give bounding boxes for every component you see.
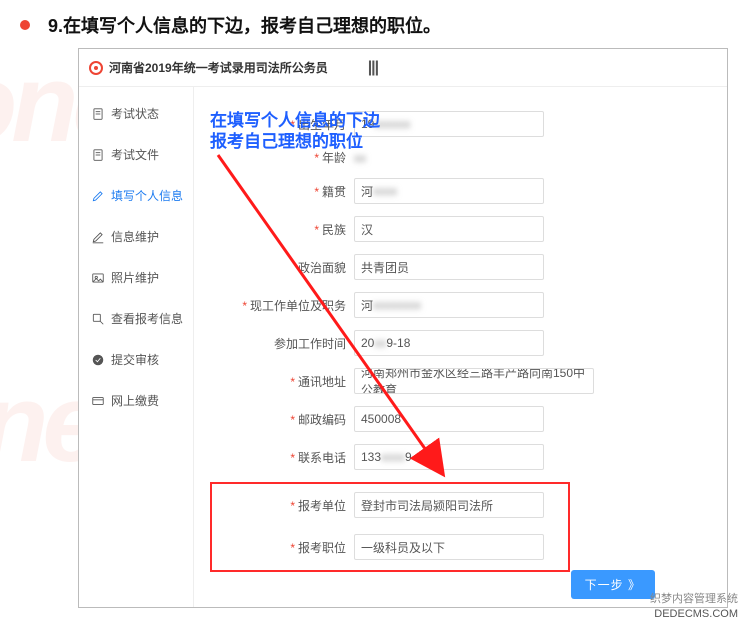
- row-origin: *籍贯 河xxxx: [204, 178, 717, 204]
- footer-link[interactable]: DEDECMS.COM: [654, 608, 738, 620]
- input-politics[interactable]: 共青团员: [354, 254, 544, 280]
- input-postcode[interactable]: 450008: [354, 406, 544, 432]
- sidebar-item-label: 网上缴费: [111, 392, 159, 409]
- input-work[interactable]: 河xxxxxxxx: [354, 292, 544, 318]
- input-address[interactable]: 河南郑州市金水区经三路丰产路向南150中公教育: [354, 368, 594, 394]
- row-jointime: 参加工作时间 20xx9-18: [204, 330, 717, 356]
- input-position[interactable]: 一级科员及以下: [354, 534, 544, 560]
- sidebar: 考试状态考试文件填写个人信息信息维护照片维护查看报考信息提交审核网上缴费: [79, 87, 194, 607]
- sidebar-item-0[interactable]: 考试状态: [79, 93, 193, 134]
- row-address: *通讯地址 河南郑州市金水区经三路丰产路向南150中公教育: [204, 368, 717, 394]
- label-politics: 政治面貌: [298, 261, 346, 275]
- row-postcode: *邮政编码 450008: [204, 406, 717, 432]
- label-address: 通讯地址: [298, 375, 346, 389]
- sidebar-item-label: 填写个人信息: [111, 187, 183, 204]
- footer: 织梦内容管理系统 DEDECMS.COM: [650, 592, 738, 621]
- sidebar-item-1[interactable]: 考试文件: [79, 134, 193, 175]
- edit2-icon: [91, 230, 105, 244]
- sidebar-item-5[interactable]: 查看报考信息: [79, 298, 193, 339]
- row-phone: *联系电话 133xxxx9: [204, 444, 717, 470]
- doc-icon: [91, 148, 105, 162]
- label-work: 现工作单位及职务: [250, 299, 346, 313]
- search-icon: [91, 312, 105, 326]
- input-jointime[interactable]: 20xx9-18: [354, 330, 544, 356]
- app-title: 河南省2019年统一考试录用司法所公务员: [109, 59, 328, 76]
- sidebar-item-3[interactable]: 信息维护: [79, 216, 193, 257]
- sidebar-item-label: 信息维护: [111, 228, 159, 245]
- header-separator: |||: [368, 59, 378, 77]
- sidebar-item-label: 照片维护: [111, 269, 159, 286]
- sidebar-item-label: 查看报考信息: [111, 310, 183, 327]
- logo-icon: [89, 61, 103, 75]
- label-jointime: 参加工作时间: [274, 337, 346, 351]
- row-nation: *民族 汉: [204, 216, 717, 242]
- row-work: *现工作单位及职务 河xxxxxxxx: [204, 292, 717, 318]
- highlight-box: *报考单位 登封市司法局颍阳司法所 *报考职位 一级科员及以下: [210, 482, 570, 572]
- sidebar-item-4[interactable]: 照片维护: [79, 257, 193, 298]
- sidebar-item-label: 考试状态: [111, 105, 159, 122]
- step-title: 9.在填写个人信息的下边，报考自己理想的职位。: [48, 12, 441, 38]
- step-header: 9.在填写个人信息的下边，报考自己理想的职位。: [20, 12, 740, 38]
- label-origin: 籍贯: [322, 185, 346, 199]
- label-nation: 民族: [322, 223, 346, 237]
- sidebar-item-6[interactable]: 提交审核: [79, 339, 193, 380]
- callout-text: 在填写个人信息的下边 报考自己理想的职位: [210, 110, 380, 153]
- row-position: *报考职位 一级科员及以下: [212, 534, 568, 560]
- row-politics: 政治面貌 共青团员: [204, 254, 717, 280]
- label-postcode: 邮政编码: [298, 413, 346, 427]
- photo-icon: [91, 271, 105, 285]
- edit-icon: [91, 189, 105, 203]
- label-phone: 联系电话: [298, 451, 346, 465]
- app-frame: 河南省2019年统一考试录用司法所公务员 ||| 考试状态考试文件填写个人信息信…: [78, 48, 728, 608]
- input-nation[interactable]: 汉: [354, 216, 544, 242]
- label-position: 报考职位: [298, 541, 346, 555]
- pay-icon: [91, 394, 105, 408]
- sidebar-item-label: 考试文件: [111, 146, 159, 163]
- doc-icon: [91, 107, 105, 121]
- sidebar-item-2[interactable]: 填写个人信息: [79, 175, 193, 216]
- footer-line1: 织梦内容管理系统: [650, 592, 738, 606]
- row-unit: *报考单位 登封市司法局颍阳司法所: [212, 492, 568, 518]
- form-area: *出生年月 19xxxxxx *年龄 xx *籍贯 河xxxx *民族 汉 政治…: [194, 87, 727, 607]
- bullet-icon: [20, 20, 30, 30]
- label-age: 年龄: [322, 151, 346, 165]
- label-unit: 报考单位: [298, 499, 346, 513]
- check-icon: [91, 353, 105, 367]
- sidebar-item-label: 提交审核: [111, 351, 159, 368]
- input-phone[interactable]: 133xxxx9: [354, 444, 544, 470]
- next-button[interactable]: 下一步 》: [571, 570, 655, 599]
- input-unit[interactable]: 登封市司法局颍阳司法所: [354, 492, 544, 518]
- input-origin[interactable]: 河xxxx: [354, 178, 544, 204]
- sidebar-item-7[interactable]: 网上缴费: [79, 380, 193, 421]
- input-birth[interactable]: 19xxxxxx: [354, 111, 544, 137]
- app-header: 河南省2019年统一考试录用司法所公务员 |||: [79, 49, 727, 87]
